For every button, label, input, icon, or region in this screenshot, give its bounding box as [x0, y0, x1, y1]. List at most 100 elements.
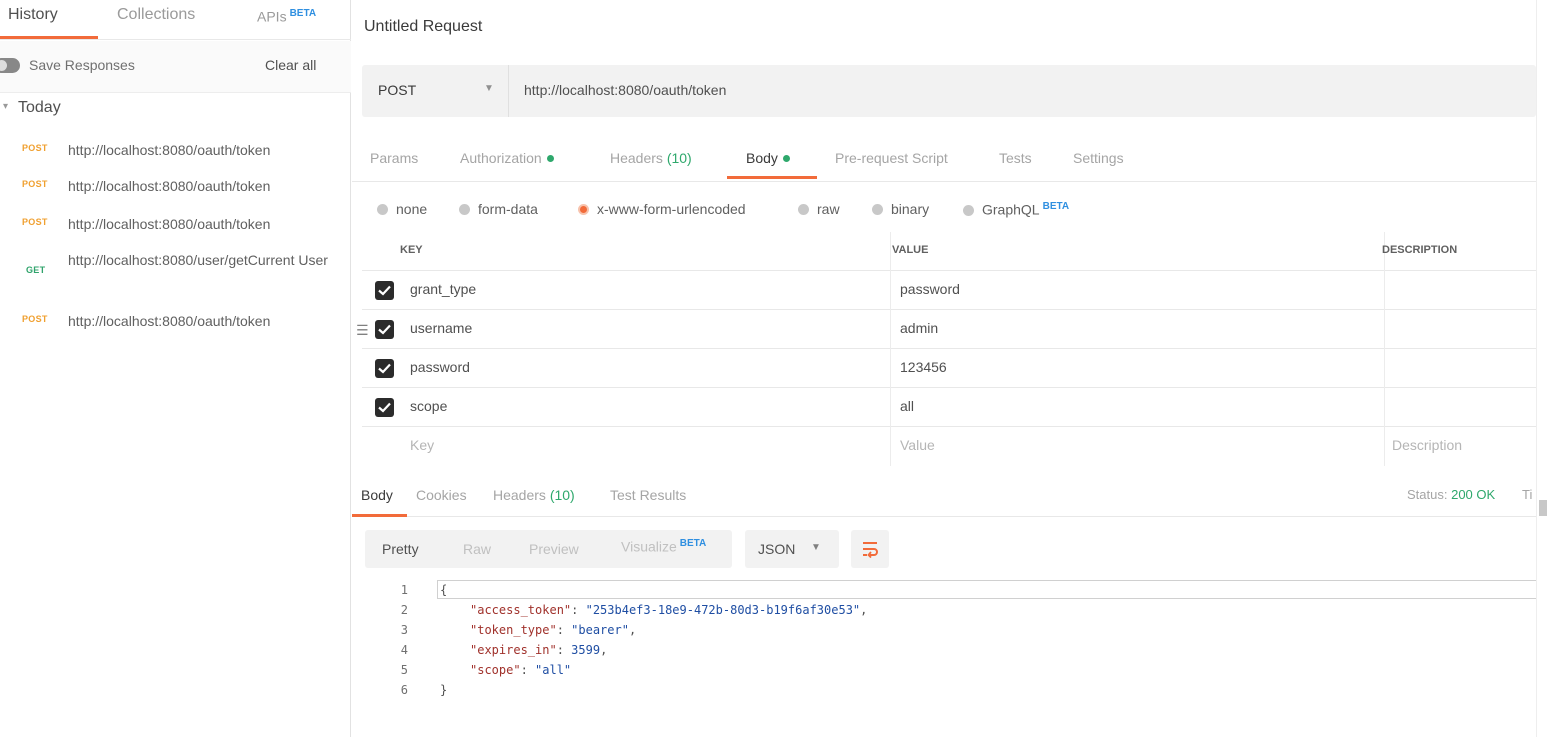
table-row: grant_type password	[362, 271, 1536, 310]
body-type-none[interactable]: none	[377, 201, 427, 217]
body-type-label: form-data	[478, 201, 538, 217]
column-divider	[890, 388, 891, 427]
history-item[interactable]: POST http://localhost:8080/oauth/token	[0, 214, 351, 244]
tab-response-body[interactable]: Body	[361, 487, 393, 503]
key-input[interactable]: Key	[410, 437, 434, 453]
param-key[interactable]: username	[410, 320, 472, 336]
history-url: http://localhost:8080/oauth/token	[68, 142, 271, 158]
headers-count: (10)	[549, 487, 575, 503]
tab-history[interactable]: History	[8, 6, 58, 24]
status-label: Status:	[1407, 487, 1448, 502]
right-panel-edge	[1536, 0, 1549, 737]
tab-body[interactable]: Body	[746, 150, 790, 166]
checkmark-icon	[378, 324, 391, 335]
history-item[interactable]: GET http://localhost:8080/user/getCurren…	[0, 250, 351, 296]
response-tabs: Body Cookies Headers (10) Test Results S…	[352, 477, 1549, 517]
status-dot-icon	[546, 155, 554, 162]
param-value[interactable]: all	[900, 398, 914, 414]
method-badge: POST	[22, 143, 48, 153]
checkmark-icon	[378, 285, 391, 296]
format-visualize[interactable]: Visualize BETA	[621, 538, 706, 555]
wrap-lines-icon	[863, 542, 878, 558]
tab-collections[interactable]: Collections	[117, 6, 195, 24]
method-select[interactable]: POST ▼	[362, 65, 509, 117]
body-type-form-data[interactable]: form-data	[459, 201, 538, 217]
table-header: KEY VALUE DESCRIPTION	[362, 232, 1536, 271]
body-type-raw[interactable]: raw	[798, 201, 840, 217]
body-type-graphql[interactable]: GraphQL BETA	[963, 201, 1069, 218]
code-line: "scope": "all"	[470, 663, 572, 677]
param-value[interactable]: 123456	[900, 359, 947, 375]
active-tab-indicator	[352, 514, 407, 517]
row-checkbox[interactable]	[375, 320, 394, 339]
clear-all-button[interactable]: Clear all	[265, 57, 316, 73]
history-item[interactable]: POST http://localhost:8080/oauth/token	[0, 176, 351, 206]
checkmark-icon	[378, 363, 391, 374]
tab-response-headers[interactable]: Headers (10)	[493, 487, 575, 503]
param-value[interactable]: admin	[900, 320, 938, 336]
tab-test-results[interactable]: Test Results	[610, 487, 686, 503]
sidebar-tabs: History Collections APIs BETA	[0, 0, 351, 40]
row-checkbox[interactable]	[375, 398, 394, 417]
param-key[interactable]: scope	[410, 398, 447, 414]
format-select[interactable]: JSON ▼	[745, 530, 839, 568]
tab-params[interactable]: Params	[370, 150, 418, 166]
line-number: 3	[400, 623, 408, 637]
method-badge: POST	[22, 179, 48, 189]
param-key[interactable]: password	[410, 359, 470, 375]
current-line-highlight	[437, 580, 1536, 599]
tab-apis-label: APIs	[257, 8, 287, 25]
tab-cookies[interactable]: Cookies	[416, 487, 467, 503]
json-key: "access_token"	[470, 603, 572, 617]
request-title[interactable]: Untitled Request	[364, 18, 482, 36]
row-checkbox[interactable]	[375, 281, 394, 300]
url-bar: POST ▼ http://localhost:8080/oauth/token	[362, 65, 1536, 117]
body-type-label: x-www-form-urlencoded	[597, 201, 746, 217]
tab-pre-request-script[interactable]: Pre-request Script	[835, 150, 948, 166]
tab-authorization[interactable]: Authorization	[460, 150, 554, 166]
column-divider	[1384, 388, 1385, 427]
wrap-lines-button[interactable]	[851, 530, 889, 568]
response-body-code[interactable]: 1 { 2 "access_token": "253b4ef3-18e9-472…	[352, 580, 1536, 710]
beta-badge: BETA	[679, 538, 707, 549]
body-type-urlencoded[interactable]: x-www-form-urlencoded	[578, 201, 746, 217]
format-preview[interactable]: Preview	[529, 541, 579, 557]
method-value: POST	[378, 82, 417, 98]
checkmark-icon	[378, 402, 391, 413]
code-line: "expires_in": 3599,	[470, 643, 608, 657]
tab-headers[interactable]: Headers (10)	[610, 150, 692, 166]
column-divider	[1384, 349, 1385, 388]
scrollbar-thumb[interactable]	[1539, 500, 1547, 516]
history-item[interactable]: POST http://localhost:8080/oauth/token	[0, 311, 351, 341]
sidebar: History Collections APIs BETA Save Respon…	[0, 0, 351, 737]
body-type-binary[interactable]: binary	[872, 201, 929, 217]
radio-icon	[872, 204, 883, 215]
format-pretty[interactable]: Pretty	[382, 541, 419, 557]
json-trail: ,	[860, 603, 868, 617]
column-header-key: KEY	[400, 244, 423, 256]
chevron-down-icon: ▼	[484, 83, 494, 94]
param-value[interactable]: password	[900, 281, 960, 297]
tab-authorization-label: Authorization	[460, 150, 542, 166]
tab-tests[interactable]: Tests	[999, 150, 1032, 166]
save-responses-toggle[interactable]	[0, 58, 20, 73]
format-toggle-group: Pretty Raw Preview Visualize BETA	[365, 530, 732, 568]
save-responses-label: Save Responses	[29, 57, 135, 73]
description-input[interactable]: Description	[1392, 437, 1462, 453]
row-checkbox[interactable]	[375, 359, 394, 378]
format-raw[interactable]: Raw	[463, 541, 491, 557]
column-divider	[890, 232, 891, 271]
json-trail: ,	[628, 623, 637, 637]
body-type-label: none	[396, 201, 428, 217]
chevron-down-icon: ▼	[811, 542, 821, 553]
method-badge: POST	[22, 314, 48, 324]
json-key: "scope"	[470, 663, 521, 677]
drag-handle-icon[interactable]: ☰	[356, 322, 369, 339]
tab-settings[interactable]: Settings	[1073, 150, 1124, 166]
param-key[interactable]: grant_type	[410, 281, 476, 297]
value-input[interactable]: Value	[900, 437, 935, 453]
url-input[interactable]: http://localhost:8080/oauth/token	[524, 82, 726, 98]
tab-apis[interactable]: APIs BETA	[257, 8, 316, 25]
beta-badge: BETA	[1042, 201, 1070, 212]
history-item[interactable]: POST http://localhost:8080/oauth/token	[0, 140, 351, 170]
